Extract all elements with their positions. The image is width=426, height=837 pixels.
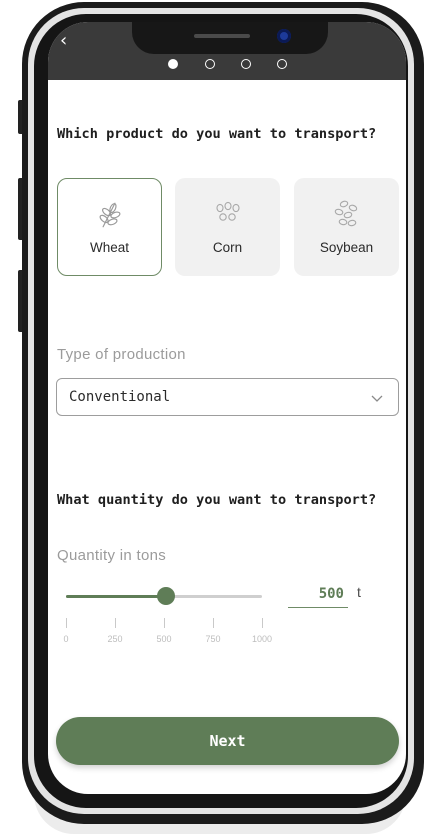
corn-icon bbox=[216, 201, 240, 221]
slider-tick-label: 1000 bbox=[251, 634, 273, 644]
slider-tick-label: 0 bbox=[63, 634, 69, 644]
product-card-label: Corn bbox=[212, 240, 243, 255]
camera-icon bbox=[277, 29, 291, 43]
next-button[interactable]: Next bbox=[56, 717, 399, 765]
product-card-label: Wheat bbox=[89, 240, 130, 255]
product-card-corn[interactable]: Corn bbox=[175, 178, 280, 276]
product-card-soybean[interactable]: Soybean bbox=[294, 178, 399, 276]
production-type-select[interactable]: Conventional bbox=[56, 378, 399, 416]
production-type-value: Conventional bbox=[69, 389, 171, 405]
quantity-slider-fill bbox=[66, 595, 166, 598]
top-bar: ‹ bbox=[48, 22, 406, 80]
app-screen: ‹ Which product do you want to transport… bbox=[48, 22, 406, 794]
product-card-wheat[interactable]: Wheat bbox=[57, 178, 162, 276]
step-indicator-3 bbox=[241, 59, 251, 69]
slider-tick bbox=[262, 618, 263, 628]
product-card-label: Soybean bbox=[319, 240, 374, 255]
quantity-input[interactable]: 500 bbox=[288, 583, 348, 608]
slider-tick-label: 500 bbox=[156, 634, 172, 644]
step-indicator-2 bbox=[205, 59, 215, 69]
speaker-grille bbox=[194, 34, 250, 38]
soybean-icon bbox=[334, 200, 358, 227]
product-question: Which product do you want to transport? bbox=[57, 126, 377, 142]
slider-tick-label: 750 bbox=[205, 634, 221, 644]
quantity-label: Quantity in tons bbox=[57, 547, 167, 564]
quantity-value: 500 bbox=[318, 586, 344, 602]
quantity-slider-track[interactable] bbox=[66, 587, 262, 605]
notch bbox=[132, 22, 328, 54]
slider-tick bbox=[213, 618, 214, 628]
slider-tick bbox=[164, 618, 165, 628]
production-type-label: Type of production bbox=[57, 346, 186, 363]
chevron-down-icon bbox=[371, 395, 383, 402]
quantity-unit: t bbox=[357, 584, 361, 600]
quantity-slider-thumb[interactable] bbox=[157, 587, 175, 605]
step-indicator-1 bbox=[168, 59, 178, 69]
slider-tick bbox=[115, 618, 116, 628]
slider-tick-label: 250 bbox=[107, 634, 123, 644]
chevron-left-icon[interactable]: ‹ bbox=[60, 30, 78, 52]
quantity-question: What quantity do you want to transport? bbox=[57, 492, 377, 508]
slider-tick bbox=[66, 618, 67, 628]
step-indicator-4 bbox=[277, 59, 287, 69]
wheat-icon bbox=[99, 202, 121, 228]
